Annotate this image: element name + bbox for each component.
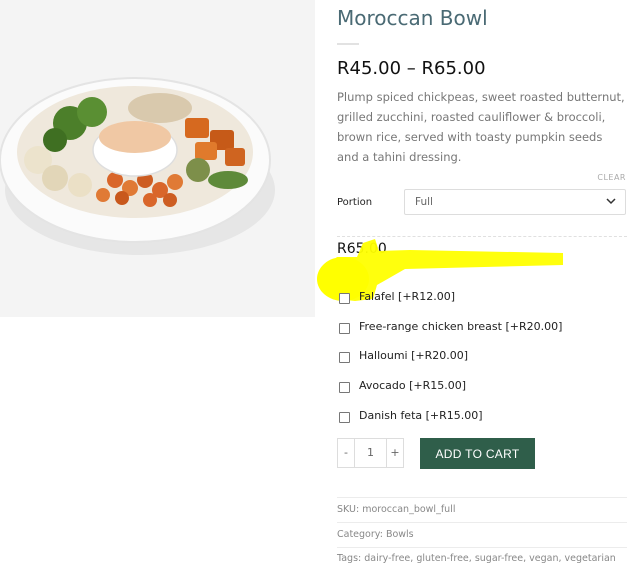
tags-label: Tags: xyxy=(337,553,362,564)
addon-label: Halloumi [+R20.00] xyxy=(359,349,469,362)
addon-label: Avocado [+R15.00] xyxy=(359,379,467,392)
chevron-down-icon xyxy=(606,198,616,205)
title-divider xyxy=(337,43,359,45)
addon-checkbox[interactable] xyxy=(339,352,350,363)
tags-row: Tags: dairy-free, gluten-free, sugar-fre… xyxy=(337,553,616,564)
addon-checkbox[interactable] xyxy=(339,412,350,423)
category-label: Category: xyxy=(337,529,383,540)
portion-selected-value: Full xyxy=(415,196,433,208)
addon-label: Falafel [+R12.00] xyxy=(359,290,455,303)
addon-total-price: R xyxy=(339,267,347,280)
variation-divider xyxy=(337,236,627,237)
addon-checkbox[interactable] xyxy=(339,293,350,304)
category-row: Category: Bowls xyxy=(337,529,414,540)
quantity-input[interactable]: 1 xyxy=(355,439,386,467)
meta-divider xyxy=(337,497,627,498)
food-bowl-illustration xyxy=(0,77,275,255)
tag-link[interactable]: vegetarian xyxy=(565,553,616,564)
meta-divider xyxy=(337,547,627,548)
addon-label: Free-range chicken breast [+R20.00] xyxy=(359,320,563,333)
product-image[interactable] xyxy=(0,0,315,317)
product-title: Moroccan Bowl xyxy=(337,6,488,30)
sku-row: SKU: moroccan_bowl_full xyxy=(337,504,455,515)
sku-label: SKU: xyxy=(337,504,360,515)
tag-link[interactable]: gluten-free xyxy=(416,553,468,564)
clear-selection-link[interactable]: CLEAR xyxy=(597,173,626,182)
meta-divider xyxy=(337,522,627,523)
category-link[interactable]: Bowls xyxy=(386,529,414,540)
quantity-stepper: - 1 + xyxy=(337,438,404,468)
quantity-plus-button[interactable]: + xyxy=(386,439,403,467)
product-description: Plump spiced chickpeas, sweet roasted bu… xyxy=(337,90,625,164)
addon-checkbox[interactable] xyxy=(339,382,350,393)
portion-label: Portion xyxy=(337,197,373,208)
tag-link[interactable]: dairy-free xyxy=(364,553,410,564)
variation-price: R65.00 xyxy=(337,241,387,257)
quantity-minus-button[interactable]: - xyxy=(338,439,355,467)
portion-select[interactable]: Full xyxy=(404,189,626,215)
addon-checkbox[interactable] xyxy=(339,323,350,334)
tag-link[interactable]: vegan xyxy=(529,553,558,564)
add-to-cart-button[interactable]: ADD TO CART xyxy=(420,438,535,469)
sku-value: moroccan_bowl_full xyxy=(362,504,456,515)
price-range: R45.00 – R65.00 xyxy=(337,58,486,79)
tag-link[interactable]: sugar-free xyxy=(475,553,523,564)
addon-label: Danish feta [+R15.00] xyxy=(359,409,483,422)
